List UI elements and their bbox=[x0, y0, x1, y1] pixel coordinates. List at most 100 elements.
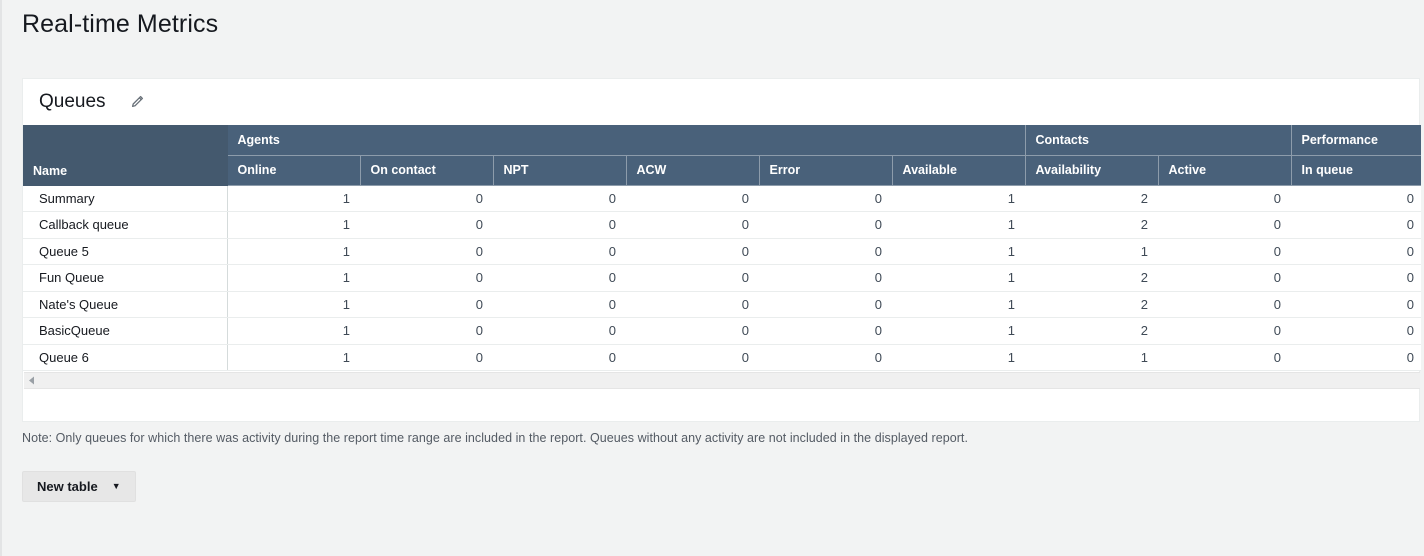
column-header-name[interactable]: Name bbox=[23, 125, 227, 185]
cell-on-contact: 0 bbox=[360, 265, 493, 292]
cell-acw: 0 bbox=[626, 291, 759, 318]
cell-npt: 0 bbox=[493, 265, 626, 292]
cell-available: 1 bbox=[892, 344, 1025, 371]
cell-active: 0 bbox=[1158, 265, 1291, 292]
scroll-left-arrow-icon[interactable] bbox=[24, 372, 40, 389]
table-row[interactable]: Queue 6100001100 bbox=[23, 344, 1421, 371]
cell-availability: 1 bbox=[1025, 238, 1158, 265]
row-name-cell: Summary bbox=[23, 185, 227, 212]
cell-error: 0 bbox=[759, 291, 892, 318]
cell-online: 1 bbox=[227, 265, 360, 292]
table-row[interactable]: Fun Queue100001200 bbox=[23, 265, 1421, 292]
cell-active: 0 bbox=[1158, 212, 1291, 239]
cell-on-contact: 0 bbox=[360, 318, 493, 345]
queues-table-card: Queues Name Agents bbox=[22, 78, 1420, 422]
card-header: Queues bbox=[23, 79, 1419, 125]
queues-metrics-table: Name Agents Contacts Performance Online … bbox=[23, 125, 1421, 371]
cell-active: 0 bbox=[1158, 291, 1291, 318]
row-name-cell: Nate's Queue bbox=[23, 291, 227, 318]
cell-acw: 0 bbox=[626, 185, 759, 212]
table-row[interactable]: BasicQueue100001200 bbox=[23, 318, 1421, 345]
cell-npt: 0 bbox=[493, 344, 626, 371]
page-title: Real-time Metrics bbox=[22, 10, 218, 39]
column-group-contacts: Contacts bbox=[1025, 125, 1291, 155]
cell-available: 1 bbox=[892, 318, 1025, 345]
cell-active: 0 bbox=[1158, 238, 1291, 265]
row-name-cell: Queue 5 bbox=[23, 238, 227, 265]
cell-npt: 0 bbox=[493, 291, 626, 318]
row-name-cell: Callback queue bbox=[23, 212, 227, 239]
cell-online: 1 bbox=[227, 344, 360, 371]
cell-online: 1 bbox=[227, 318, 360, 345]
scrollbar-track[interactable] bbox=[40, 372, 1420, 389]
table-row[interactable]: Queue 5100001100 bbox=[23, 238, 1421, 265]
cell-active: 0 bbox=[1158, 344, 1291, 371]
realtime-metrics-page: Real-time Metrics Queues bbox=[0, 0, 1424, 556]
cell-available: 1 bbox=[892, 185, 1025, 212]
cell-error: 0 bbox=[759, 238, 892, 265]
cell-available: 1 bbox=[892, 212, 1025, 239]
cell-in-queue: 0 bbox=[1291, 265, 1421, 292]
table-subheader-row: Online On contact NPT ACW Error Availabl… bbox=[23, 155, 1421, 185]
cell-active: 0 bbox=[1158, 185, 1291, 212]
cell-acw: 0 bbox=[626, 318, 759, 345]
column-header-online[interactable]: Online bbox=[227, 155, 360, 185]
column-group-performance: Performance bbox=[1291, 125, 1421, 155]
column-header-acw[interactable]: ACW bbox=[626, 155, 759, 185]
cell-available: 1 bbox=[892, 238, 1025, 265]
cell-acw: 0 bbox=[626, 238, 759, 265]
cell-availability: 1 bbox=[1025, 344, 1158, 371]
table-note: Note: Only queues for which there was ac… bbox=[22, 431, 968, 445]
cell-acw: 0 bbox=[626, 344, 759, 371]
table-scroll-container[interactable]: Name Agents Contacts Performance Online … bbox=[23, 125, 1421, 371]
cell-error: 0 bbox=[759, 185, 892, 212]
page-left-edge bbox=[0, 0, 2, 556]
cell-in-queue: 0 bbox=[1291, 318, 1421, 345]
cell-online: 1 bbox=[227, 185, 360, 212]
row-name-cell: BasicQueue bbox=[23, 318, 227, 345]
cell-on-contact: 0 bbox=[360, 238, 493, 265]
cell-available: 1 bbox=[892, 265, 1025, 292]
table-row[interactable]: Nate's Queue100001200 bbox=[23, 291, 1421, 318]
cell-in-queue: 0 bbox=[1291, 212, 1421, 239]
cell-online: 1 bbox=[227, 238, 360, 265]
table-header: Name Agents Contacts Performance Online … bbox=[23, 125, 1421, 185]
cell-available: 1 bbox=[892, 291, 1025, 318]
pencil-icon[interactable] bbox=[128, 93, 146, 111]
column-header-availability[interactable]: Availability bbox=[1025, 155, 1158, 185]
cell-error: 0 bbox=[759, 344, 892, 371]
table-row[interactable]: Callback queue100001200 bbox=[23, 212, 1421, 239]
column-header-npt[interactable]: NPT bbox=[493, 155, 626, 185]
row-name-cell: Fun Queue bbox=[23, 265, 227, 292]
column-header-on-contact[interactable]: On contact bbox=[360, 155, 493, 185]
cell-online: 1 bbox=[227, 212, 360, 239]
cell-availability: 2 bbox=[1025, 185, 1158, 212]
column-header-active[interactable]: Active bbox=[1158, 155, 1291, 185]
cell-error: 0 bbox=[759, 318, 892, 345]
table-body: Summary100001200Callback queue100001200Q… bbox=[23, 185, 1421, 371]
cell-availability: 2 bbox=[1025, 265, 1158, 292]
cell-availability: 2 bbox=[1025, 291, 1158, 318]
column-header-available[interactable]: Available bbox=[892, 155, 1025, 185]
cell-active: 0 bbox=[1158, 318, 1291, 345]
cell-on-contact: 0 bbox=[360, 185, 493, 212]
cell-online: 1 bbox=[227, 291, 360, 318]
cell-npt: 0 bbox=[493, 318, 626, 345]
cell-npt: 0 bbox=[493, 212, 626, 239]
card-title: Queues bbox=[39, 91, 106, 113]
column-header-error[interactable]: Error bbox=[759, 155, 892, 185]
horizontal-scrollbar[interactable] bbox=[24, 372, 1420, 389]
cell-in-queue: 0 bbox=[1291, 344, 1421, 371]
cell-in-queue: 0 bbox=[1291, 291, 1421, 318]
cell-on-contact: 0 bbox=[360, 212, 493, 239]
column-header-in-queue[interactable]: In queue bbox=[1291, 155, 1421, 185]
cell-on-contact: 0 bbox=[360, 291, 493, 318]
cell-error: 0 bbox=[759, 212, 892, 239]
cell-in-queue: 0 bbox=[1291, 185, 1421, 212]
cell-npt: 0 bbox=[493, 185, 626, 212]
cell-availability: 2 bbox=[1025, 212, 1158, 239]
new-table-button[interactable]: New table ▼ bbox=[22, 471, 136, 502]
table-group-header-row: Name Agents Contacts Performance bbox=[23, 125, 1421, 155]
cell-acw: 0 bbox=[626, 212, 759, 239]
table-row[interactable]: Summary100001200 bbox=[23, 185, 1421, 212]
